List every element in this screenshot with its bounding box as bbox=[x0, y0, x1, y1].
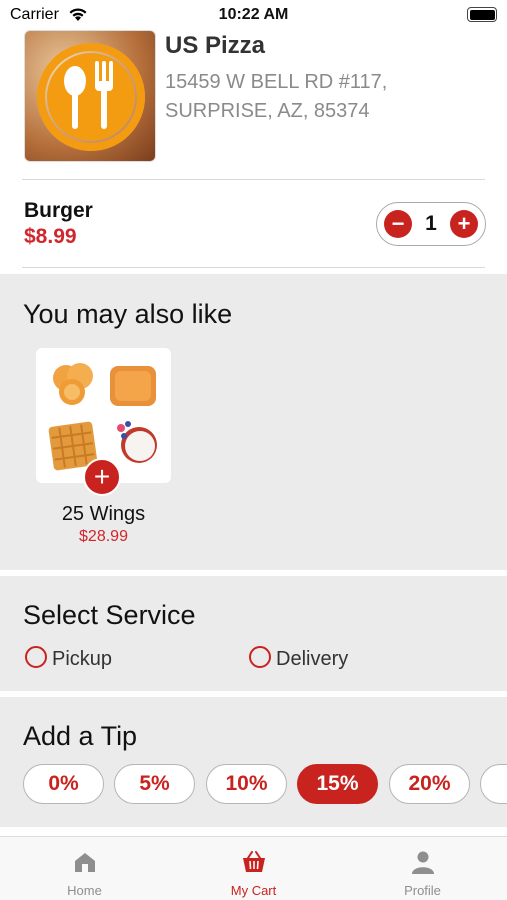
status-bar: Carrier 10:22 AM bbox=[0, 0, 507, 30]
suggestions-section: You may also like + 25 Wings $28.99 bbox=[0, 274, 507, 570]
house-icon bbox=[75, 853, 95, 872]
restaurant-name: US Pizza bbox=[165, 32, 266, 59]
tip-section: Add a Tip 0% 5% 10% 15% 20% bbox=[0, 697, 507, 827]
tip-option-20[interactable]: 20% bbox=[389, 764, 470, 804]
tab-profile[interactable]: Profile bbox=[338, 837, 507, 900]
pickup-radio[interactable]: Pickup bbox=[25, 646, 112, 671]
tab-home-label: Home bbox=[67, 883, 102, 898]
tab-home[interactable]: Home bbox=[0, 837, 169, 900]
divider bbox=[22, 267, 485, 268]
restaurant-address: 15459 W BELL RD #117, SURPRISE, AZ, 8537… bbox=[165, 68, 465, 126]
item-name: Burger bbox=[24, 199, 93, 222]
restaurant-header: US Pizza 15459 W BELL RD #117, SURPRISE,… bbox=[0, 30, 507, 180]
person-icon bbox=[412, 851, 434, 874]
service-section: Select Service Pickup Delivery bbox=[0, 576, 507, 691]
delivery-radio[interactable]: Delivery bbox=[249, 646, 348, 671]
tip-option-15[interactable]: 15% bbox=[297, 764, 378, 804]
tab-profile-label: Profile bbox=[404, 883, 441, 898]
tab-bar: Home My Cart Profile bbox=[0, 836, 507, 900]
radio-circle bbox=[249, 646, 271, 668]
tip-title: Add a Tip bbox=[23, 721, 138, 751]
item-price: $8.99 bbox=[24, 225, 77, 248]
product-price: $28.99 bbox=[79, 528, 128, 545]
increase-quantity-button[interactable]: + bbox=[450, 210, 478, 238]
tip-option-5[interactable]: 5% bbox=[114, 764, 195, 804]
product-name: 25 Wings bbox=[61, 503, 146, 525]
cart-item: Burger $8.99 − 1 + bbox=[0, 180, 507, 268]
clock: 10:22 AM bbox=[218, 6, 289, 23]
fork-spoon-icon bbox=[37, 43, 145, 151]
suggestions-title: You may also like bbox=[23, 299, 233, 329]
restaurant-logo bbox=[24, 30, 156, 162]
tip-option-0[interactable]: 0% bbox=[23, 764, 104, 804]
add-to-cart-button[interactable]: + bbox=[83, 458, 121, 496]
pickup-label: Pickup bbox=[52, 648, 113, 670]
quantity-stepper: − 1 + bbox=[376, 202, 486, 246]
tip-option-more[interactable] bbox=[480, 764, 507, 804]
address-line-2: SURPRISE, AZ, 85374 bbox=[165, 100, 370, 122]
service-title: Select Service bbox=[23, 600, 196, 630]
tab-my-cart[interactable]: My Cart bbox=[169, 837, 338, 900]
tip-options: 0% 5% 10% 15% 20% bbox=[0, 764, 507, 806]
radio-circle bbox=[25, 646, 47, 668]
basket-icon bbox=[243, 851, 265, 872]
tip-option-10[interactable]: 10% bbox=[206, 764, 287, 804]
product-card[interactable]: + bbox=[36, 348, 171, 496]
address-line-1: 15459 W BELL RD #117, bbox=[165, 71, 388, 93]
delivery-label: Delivery bbox=[276, 648, 349, 670]
tab-my-cart-label: My Cart bbox=[230, 883, 277, 898]
battery-icon bbox=[467, 7, 497, 22]
